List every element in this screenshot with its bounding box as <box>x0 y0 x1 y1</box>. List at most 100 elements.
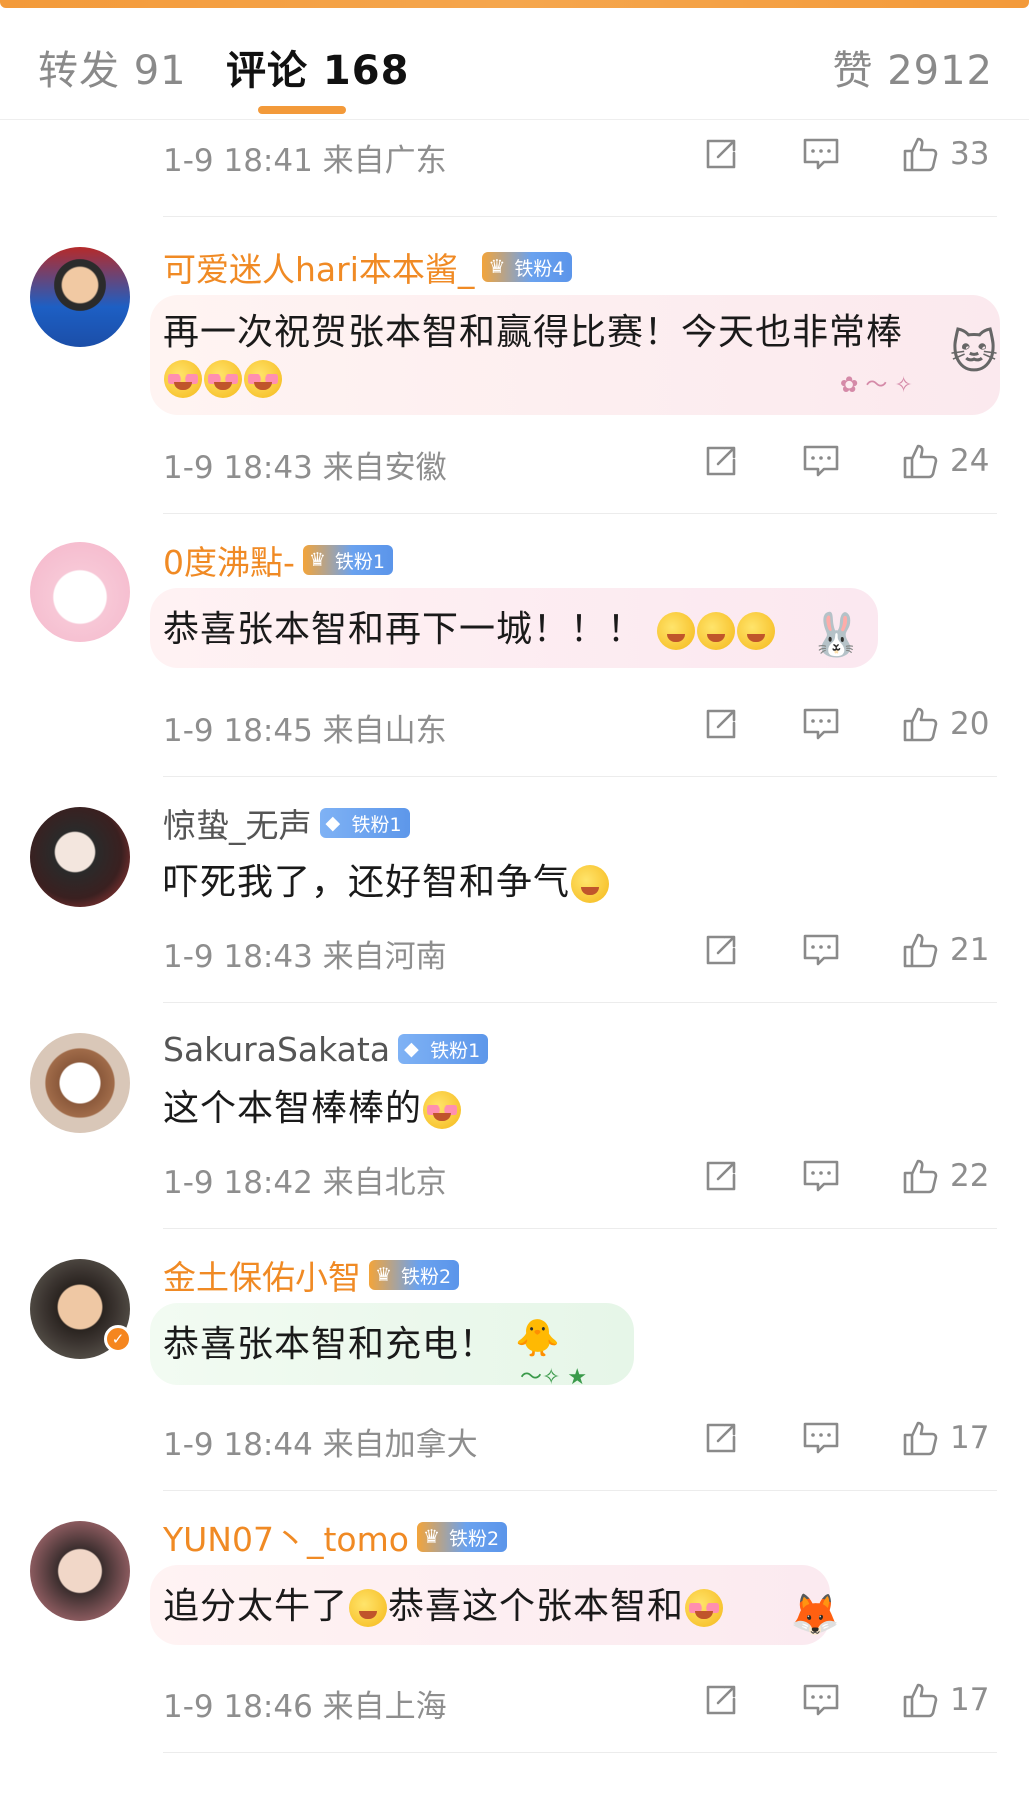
fan-badge: ♛ 铁粉4 <box>482 252 573 282</box>
share-button[interactable] <box>700 1151 742 1201</box>
like-button[interactable]: 22 <box>900 1151 989 1201</box>
thumbs-up-icon <box>900 929 942 971</box>
like-button[interactable]: 24 <box>900 436 989 486</box>
comment-meta: 1-9 18:44 来自加拿大 17 <box>0 1387 1029 1491</box>
comment-time: 1-9 18:46 来自上海 <box>163 1689 447 1725</box>
emoji-icon <box>657 612 696 650</box>
list-item: YUN07丶_tomo ♛ 铁粉2 追分太牛了 恭喜这个张本智和 🦊 1-9 18:… <box>0 1491 1029 1759</box>
comment-text-main: 恭喜张本智和充电！ <box>163 1324 497 1365</box>
diamond-icon: ◆ <box>404 1038 419 1060</box>
comment-meta: 1-9 18:41 来自广东 33 <box>0 121 1029 217</box>
badge-label: 铁粉2 <box>401 1265 452 1288</box>
share-icon <box>700 1417 742 1459</box>
comment-time: 1-9 18:44 来自加拿大 <box>163 1427 478 1463</box>
share-icon <box>700 929 742 971</box>
like-button[interactable]: 20 <box>900 699 989 749</box>
comment-actions: 20 <box>700 699 1000 749</box>
crown-icon: ♛ <box>308 549 326 571</box>
thumbs-up-icon <box>900 1417 942 1459</box>
comment-time: 1-9 18:43 来自安徽 <box>163 450 447 486</box>
comment-actions: 24 <box>700 436 1000 486</box>
like-count: 24 <box>950 443 990 479</box>
avatar[interactable] <box>30 1033 130 1133</box>
reply-button[interactable] <box>800 436 842 486</box>
avatar[interactable] <box>30 542 130 642</box>
username-row: SakuraSakata ◆ 铁粉1 <box>163 1027 489 1071</box>
share-button[interactable] <box>700 925 742 975</box>
reply-button[interactable] <box>800 1675 842 1725</box>
comment-actions: 17 <box>700 1413 1000 1463</box>
tab-repost[interactable]: 转发 91 <box>38 38 187 96</box>
share-button[interactable] <box>700 1675 742 1725</box>
username[interactable]: YUN07丶_tomo <box>163 1513 409 1561</box>
like-count: 22 <box>950 1158 990 1194</box>
reply-button[interactable] <box>800 699 842 749</box>
username[interactable]: 可爱迷人hari本本酱_ <box>163 243 474 291</box>
reply-icon <box>800 929 842 971</box>
reply-icon <box>800 440 842 482</box>
badge-label: 铁粉1 <box>334 550 385 573</box>
username[interactable]: 惊蛰_无声 <box>163 799 312 847</box>
comment-time: 1-9 18:42 来自北京 <box>163 1165 447 1201</box>
like-count: 17 <box>950 1420 990 1456</box>
share-button[interactable] <box>700 699 742 749</box>
comment-meta: 1-9 18:43 来自河南 21 <box>0 899 1029 1003</box>
emoji-icon <box>423 1091 462 1129</box>
fan-badge: ◆ 铁粉1 <box>398 1034 489 1064</box>
avatar[interactable] <box>30 247 130 347</box>
username[interactable]: SakuraSakata <box>163 1030 390 1069</box>
reply-icon <box>800 1417 842 1459</box>
active-tab-indicator <box>258 106 346 114</box>
avatar[interactable]: ✓ <box>30 1259 132 1359</box>
sticker-decoration-icon: ✿ ～ ✧ <box>840 373 913 398</box>
avatar[interactable] <box>30 1521 130 1621</box>
like-button[interactable]: 17 <box>900 1413 989 1463</box>
like-button[interactable]: 21 <box>900 925 989 975</box>
emoji-row <box>163 357 283 398</box>
bunny-sticker-icon: 🐰 <box>810 610 863 659</box>
comment-text-main: 吓死我了，还好智和争气 <box>163 862 571 903</box>
reply-button[interactable] <box>800 129 842 179</box>
comment-text: 这个本智棒棒的 <box>163 1079 462 1131</box>
comment-actions: 21 <box>700 925 1000 975</box>
like-button[interactable]: 17 <box>900 1675 989 1725</box>
diamond-icon: ◆ <box>325 812 341 834</box>
like-count: 21 <box>950 932 990 968</box>
crown-icon: ♛ <box>375 1264 393 1286</box>
tab-comment[interactable]: 评论 168 <box>226 38 409 96</box>
thumbs-up-icon <box>900 133 942 175</box>
avatar[interactable] <box>30 807 130 907</box>
comment-text: 吓死我了，还好智和争气 <box>163 853 610 905</box>
comment-text-main: 这个本智棒棒的 <box>163 1088 423 1129</box>
share-icon <box>700 133 742 175</box>
thumbs-up-icon <box>900 703 942 745</box>
comment-list: 1-9 18:41 来自广东 33 可爱迷人hari本本酱_ ♛ 铁粉4 再一次祝… <box>0 121 1029 1759</box>
fan-badge: ♛ 铁粉2 <box>369 1260 460 1290</box>
badge-label: 铁粉1 <box>430 1039 481 1062</box>
like-count: 33 <box>950 136 990 172</box>
username[interactable]: 0度沸點- <box>163 536 295 584</box>
username-row: 可爱迷人hari本本酱_ ♛ 铁粉4 <box>163 243 573 291</box>
username-row: YUN07丶_tomo ♛ 铁粉2 <box>163 1513 508 1561</box>
share-button[interactable] <box>700 436 742 486</box>
comment-time: 1-9 18:43 来自河南 <box>163 939 447 975</box>
verified-icon: ✓ <box>104 1325 132 1353</box>
share-button[interactable] <box>700 1413 742 1463</box>
comment-text-main: 追分太牛了 <box>163 1586 349 1627</box>
comment-tabs: 转发 91 评论 168 赞 2912 <box>0 8 1029 120</box>
list-item: SakuraSakata ◆ 铁粉1 这个本智棒棒的 1-9 18:42 来自北京… <box>0 1003 1029 1229</box>
share-icon <box>700 440 742 482</box>
emoji-icon <box>697 612 736 650</box>
emoji-icon <box>164 360 202 398</box>
reply-button[interactable] <box>800 1151 842 1201</box>
emoji-icon <box>685 1589 724 1627</box>
like-button[interactable]: 33 <box>900 129 989 179</box>
tab-like[interactable]: 赞 2912 <box>832 38 993 96</box>
comment-text: 恭喜张本智和充电！ <box>163 1315 496 1367</box>
username[interactable]: 金土保佑小智 <box>163 1251 361 1299</box>
comment-text-main: 恭喜张本智和再下一城！！！ <box>163 609 645 650</box>
reply-button[interactable] <box>800 925 842 975</box>
fox-sticker-icon: 🦊 <box>790 1592 840 1638</box>
share-button[interactable] <box>700 129 742 179</box>
reply-button[interactable] <box>800 1413 842 1463</box>
